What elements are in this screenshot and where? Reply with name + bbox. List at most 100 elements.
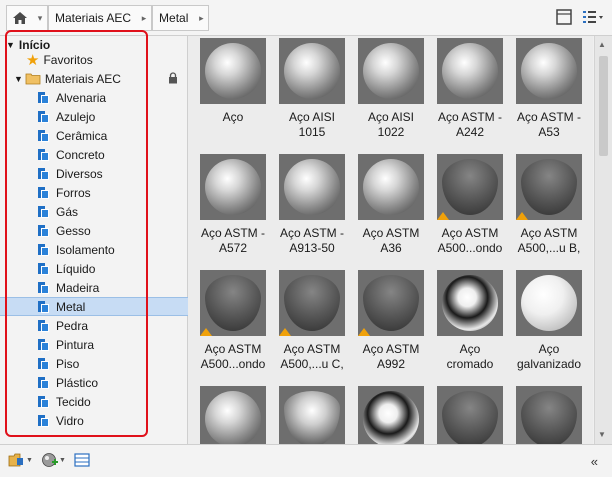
library-category-icon — [38, 281, 50, 294]
bottom-toolbar: ▼ ▼ « — [0, 444, 612, 477]
tree-category-label: Pedra — [56, 318, 89, 333]
tree-category-label: Líquido — [56, 261, 96, 276]
tree-category-label: Cerâmica — [56, 128, 108, 143]
create-material-button[interactable]: ▼ — [41, 452, 66, 468]
expand-arrow-icon[interactable]: ▼ — [6, 40, 15, 50]
tree-category-label: Tecido — [56, 394, 91, 409]
scroll-down-icon[interactable]: ▼ — [598, 430, 606, 439]
material-tile[interactable] — [510, 386, 586, 444]
material-thumbnail — [437, 386, 503, 444]
library-category-icon — [38, 129, 50, 142]
material-tile[interactable]: Aço ASTM - A913-50 — [273, 154, 349, 266]
material-label: Aço ASTM A500...ondo — [437, 226, 503, 255]
material-tile[interactable] — [352, 386, 428, 444]
material-label: Aço ASTM A500,...u C, — [280, 342, 344, 371]
tree-category-label: Vidro — [56, 413, 84, 428]
library-category-icon — [38, 414, 50, 427]
material-tile[interactable]: Aço — [194, 38, 270, 150]
library-menu-button[interactable]: ▼ — [8, 452, 33, 468]
material-tile[interactable]: Aço ASTM A500...ondo — [194, 270, 270, 382]
material-tile[interactable]: Aço AISI 1015 — [273, 38, 349, 150]
material-tile[interactable]: Aço ASTM A992 — [352, 270, 428, 382]
material-sphere-icon — [442, 159, 498, 215]
library-category-icon — [38, 224, 50, 237]
home-icon — [13, 12, 27, 24]
breadcrumb-arrow-1[interactable]: ▾ — [33, 5, 48, 31]
warning-icon — [200, 328, 212, 336]
material-tile[interactable]: Aço cromado — [431, 270, 507, 382]
library-category-icon — [38, 376, 50, 389]
material-tile[interactable]: Aço ASTM A500...ondo — [431, 154, 507, 266]
material-sphere-icon — [442, 43, 498, 99]
material-tile[interactable]: Aço ASTM A500,...u B, — [510, 154, 586, 266]
material-tile[interactable] — [194, 386, 270, 444]
material-tile[interactable] — [273, 386, 349, 444]
material-tile[interactable]: Aço galvanizado — [510, 270, 586, 382]
material-tile[interactable]: Aço ASTM A500,...u C, — [273, 270, 349, 382]
library-category-icon — [38, 91, 50, 104]
material-thumbnail — [516, 38, 582, 104]
materials-grid: Aço Aço AISI 1015 Aço AISI 1022 Aço ASTM - … — [188, 36, 593, 444]
tree-item-materiais-aec[interactable]: ▼ Materiais AEC — [0, 69, 200, 88]
material-thumbnail — [279, 38, 345, 104]
material-sphere-icon — [205, 391, 261, 444]
library-category-icon — [38, 186, 50, 199]
material-tile[interactable]: Aço ASTM A36 — [352, 154, 428, 266]
tree-item-favoritos[interactable]: ★ Favoritos — [0, 50, 212, 69]
material-thumbnail — [279, 386, 345, 444]
panel-toggle-icon — [74, 453, 90, 467]
material-tile[interactable]: Aço ASTM - A53 — [510, 38, 586, 150]
create-material-icon — [42, 453, 58, 467]
vertical-scrollbar[interactable]: ▲ ▼ — [594, 36, 612, 444]
material-thumbnail — [516, 270, 582, 336]
material-label: Aço galvanizado — [516, 342, 582, 371]
star-icon: ★ — [26, 51, 40, 69]
material-thumbnail — [437, 270, 503, 336]
material-sphere-icon — [442, 275, 498, 331]
view-toggle-icon[interactable] — [556, 9, 572, 25]
tree-category-label: Gesso — [56, 223, 91, 238]
material-tile[interactable]: Aço ASTM - A242 — [431, 38, 507, 150]
material-sphere-icon — [363, 391, 419, 444]
lock-icon — [169, 72, 177, 84]
tree-category-label: Azulejo — [56, 109, 96, 124]
material-label: Aço ASTM A500,...u B, — [517, 226, 581, 255]
breadcrumb-arrow-2[interactable]: ▸ — [137, 5, 153, 31]
home-button[interactable] — [6, 5, 33, 31]
library-category-icon — [38, 262, 50, 275]
material-label: Aço AISI 1015 — [288, 110, 336, 139]
scroll-up-icon[interactable]: ▲ — [598, 40, 606, 49]
material-tile[interactable]: Aço AISI 1022 — [352, 38, 428, 150]
tree-category-label: Metal — [56, 299, 86, 314]
material-tile[interactable] — [431, 386, 507, 444]
panel-toggle-button[interactable] — [74, 453, 90, 467]
material-thumbnail — [437, 38, 503, 104]
tree-category-label: Diversos — [56, 166, 103, 181]
breadcrumb-segment-category[interactable]: Metal — [152, 5, 195, 31]
material-sphere-icon — [284, 275, 340, 331]
library-category-icon — [38, 167, 50, 180]
library-category-icon — [38, 243, 50, 256]
material-thumbnail — [516, 154, 582, 220]
breadcrumb: ▾ Materiais AEC ▸ Metal ▸ — [6, 5, 210, 31]
collapse-left-icon[interactable]: « — [591, 454, 598, 469]
scroll-thumb[interactable] — [599, 56, 608, 156]
material-sphere-icon — [363, 275, 419, 331]
material-thumbnail — [358, 38, 424, 104]
material-tile[interactable]: Aço ASTM - A572 — [194, 154, 270, 266]
material-label: Aço ASTM - A53 — [516, 110, 581, 139]
list-view-icon[interactable] — [582, 9, 604, 25]
library-category-icon — [38, 205, 50, 218]
warning-icon — [279, 328, 291, 336]
library-category-icon — [38, 357, 50, 370]
breadcrumb-segment-library[interactable]: Materiais AEC — [48, 5, 138, 31]
folder-icon — [25, 73, 41, 85]
library-category-icon — [38, 300, 50, 313]
breadcrumb-arrow-3[interactable]: ▸ — [194, 5, 210, 31]
material-thumbnail — [358, 270, 424, 336]
material-label: Aço ASTM A992 — [362, 342, 420, 371]
material-thumbnail — [516, 386, 582, 444]
expand-arrow-icon[interactable]: ▼ — [14, 74, 23, 84]
material-thumbnail — [200, 38, 266, 104]
warning-icon — [358, 328, 370, 336]
